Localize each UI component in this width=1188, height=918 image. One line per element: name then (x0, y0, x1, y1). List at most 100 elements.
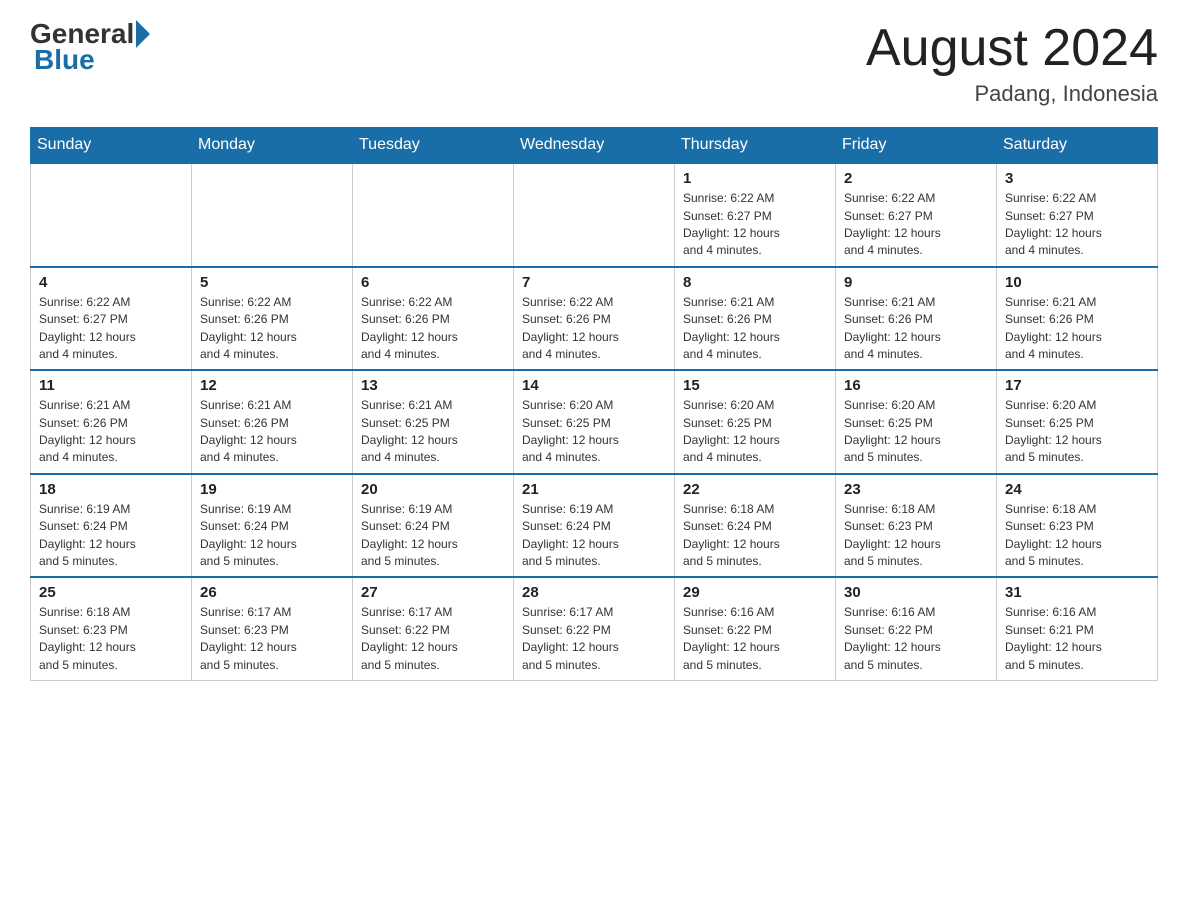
day-number: 4 (39, 274, 183, 291)
day-number: 14 (522, 377, 666, 394)
calendar-cell: 1 Sunrise: 6:22 AM Sunset: 6:27 PM Daylig… (675, 163, 836, 267)
calendar-cell: 31 Sunrise: 6:16 AM Sunset: 6:21 PM Dayli… (997, 577, 1158, 680)
day-info: Sunrise: 6:21 AM Sunset: 6:26 PM Dayligh… (1005, 294, 1149, 364)
day-number: 28 (522, 584, 666, 601)
calendar-cell: 27 Sunrise: 6:17 AM Sunset: 6:22 PM Dayli… (353, 577, 514, 680)
day-info: Sunrise: 6:20 AM Sunset: 6:25 PM Dayligh… (1005, 397, 1149, 467)
day-number: 10 (1005, 274, 1149, 291)
day-info: Sunrise: 6:19 AM Sunset: 6:24 PM Dayligh… (39, 501, 183, 571)
day-number: 12 (200, 377, 344, 394)
day-number: 22 (683, 481, 827, 498)
calendar-cell: 9 Sunrise: 6:21 AM Sunset: 6:26 PM Daylig… (836, 267, 997, 371)
day-number: 16 (844, 377, 988, 394)
calendar-cell: 22Sunrise: 6:18 AM Sunset: 6:24 PM Dayli… (675, 474, 836, 578)
calendar-subtitle: Padang, Indonesia (866, 81, 1158, 107)
day-info: Sunrise: 6:21 AM Sunset: 6:26 PM Dayligh… (39, 397, 183, 467)
calendar-cell (514, 163, 675, 267)
calendar-cell: 16 Sunrise: 6:20 AM Sunset: 6:25 PM Dayli… (836, 370, 997, 474)
week-row-3: 11 Sunrise: 6:21 AM Sunset: 6:26 PM Dayli… (31, 370, 1158, 474)
day-number: 25 (39, 584, 183, 601)
calendar-cell (353, 163, 514, 267)
day-info: Sunrise: 6:19 AM Sunset: 6:24 PM Dayligh… (522, 501, 666, 571)
day-info: Sunrise: 6:22 AM Sunset: 6:27 PM Dayligh… (844, 190, 988, 260)
weekday-header-friday: Friday (836, 128, 997, 164)
calendar-cell: 7 Sunrise: 6:22 AM Sunset: 6:26 PM Daylig… (514, 267, 675, 371)
day-info: Sunrise: 6:21 AM Sunset: 6:26 PM Dayligh… (683, 294, 827, 364)
day-info: Sunrise: 6:16 AM Sunset: 6:22 PM Dayligh… (683, 604, 827, 674)
week-row-1: 1 Sunrise: 6:22 AM Sunset: 6:27 PM Daylig… (31, 163, 1158, 267)
day-info: Sunrise: 6:22 AM Sunset: 6:26 PM Dayligh… (361, 294, 505, 364)
calendar-cell: 28 Sunrise: 6:17 AM Sunset: 6:22 PM Dayli… (514, 577, 675, 680)
calendar-cell: 12Sunrise: 6:21 AM Sunset: 6:26 PM Dayli… (192, 370, 353, 474)
calendar-cell: 29 Sunrise: 6:16 AM Sunset: 6:22 PM Dayli… (675, 577, 836, 680)
calendar-cell: 2 Sunrise: 6:22 AM Sunset: 6:27 PM Daylig… (836, 163, 997, 267)
weekday-header-monday: Monday (192, 128, 353, 164)
week-row-2: 4 Sunrise: 6:22 AM Sunset: 6:27 PM Daylig… (31, 267, 1158, 371)
day-info: Sunrise: 6:19 AM Sunset: 6:24 PM Dayligh… (200, 501, 344, 571)
calendar-cell: 11 Sunrise: 6:21 AM Sunset: 6:26 PM Dayli… (31, 370, 192, 474)
week-row-4: 18 Sunrise: 6:19 AM Sunset: 6:24 PM Dayli… (31, 474, 1158, 578)
calendar-cell: 25 Sunrise: 6:18 AM Sunset: 6:23 PM Dayli… (31, 577, 192, 680)
day-number: 11 (39, 377, 183, 394)
page-header: General Blue August 2024 Padang, Indones… (30, 20, 1158, 107)
calendar-cell (31, 163, 192, 267)
day-info: Sunrise: 6:22 AM Sunset: 6:27 PM Dayligh… (1005, 190, 1149, 260)
day-number: 15 (683, 377, 827, 394)
day-number: 23 (844, 481, 988, 498)
day-number: 3 (1005, 170, 1149, 187)
day-number: 31 (1005, 584, 1149, 601)
day-number: 19 (200, 481, 344, 498)
day-info: Sunrise: 6:20 AM Sunset: 6:25 PM Dayligh… (844, 397, 988, 467)
calendar-cell: 26Sunrise: 6:17 AM Sunset: 6:23 PM Dayli… (192, 577, 353, 680)
day-info: Sunrise: 6:22 AM Sunset: 6:26 PM Dayligh… (522, 294, 666, 364)
calendar-cell: 10 Sunrise: 6:21 AM Sunset: 6:26 PM Dayli… (997, 267, 1158, 371)
title-block: August 2024 Padang, Indonesia (866, 20, 1158, 107)
day-number: 24 (1005, 481, 1149, 498)
calendar-cell: 23 Sunrise: 6:18 AM Sunset: 6:23 PM Dayli… (836, 474, 997, 578)
day-number: 9 (844, 274, 988, 291)
day-info: Sunrise: 6:21 AM Sunset: 6:26 PM Dayligh… (844, 294, 988, 364)
logo-triangle-icon (136, 20, 150, 48)
day-info: Sunrise: 6:16 AM Sunset: 6:21 PM Dayligh… (1005, 604, 1149, 674)
day-number: 1 (683, 170, 827, 187)
day-number: 13 (361, 377, 505, 394)
calendar-cell: 15 Sunrise: 6:20 AM Sunset: 6:25 PM Dayli… (675, 370, 836, 474)
weekday-header-sunday: Sunday (31, 128, 192, 164)
day-number: 30 (844, 584, 988, 601)
calendar-cell: 6Sunrise: 6:22 AM Sunset: 6:26 PM Daylig… (353, 267, 514, 371)
day-info: Sunrise: 6:22 AM Sunset: 6:27 PM Dayligh… (683, 190, 827, 260)
day-number: 18 (39, 481, 183, 498)
day-number: 21 (522, 481, 666, 498)
day-number: 20 (361, 481, 505, 498)
calendar-cell: 24 Sunrise: 6:18 AM Sunset: 6:23 PM Dayli… (997, 474, 1158, 578)
week-row-5: 25 Sunrise: 6:18 AM Sunset: 6:23 PM Dayli… (31, 577, 1158, 680)
day-info: Sunrise: 6:22 AM Sunset: 6:27 PM Dayligh… (39, 294, 183, 364)
calendar-table: SundayMondayTuesdayWednesdayThursdayFrid… (30, 127, 1158, 681)
day-info: Sunrise: 6:16 AM Sunset: 6:22 PM Dayligh… (844, 604, 988, 674)
calendar-cell: 4 Sunrise: 6:22 AM Sunset: 6:27 PM Daylig… (31, 267, 192, 371)
logo: General Blue (30, 20, 150, 76)
day-number: 7 (522, 274, 666, 291)
day-number: 29 (683, 584, 827, 601)
day-info: Sunrise: 6:17 AM Sunset: 6:22 PM Dayligh… (522, 604, 666, 674)
day-info: Sunrise: 6:18 AM Sunset: 6:23 PM Dayligh… (1005, 501, 1149, 571)
calendar-cell: 19 Sunrise: 6:19 AM Sunset: 6:24 PM Dayli… (192, 474, 353, 578)
day-info: Sunrise: 6:20 AM Sunset: 6:25 PM Dayligh… (683, 397, 827, 467)
day-number: 2 (844, 170, 988, 187)
day-number: 17 (1005, 377, 1149, 394)
calendar-cell: 17 Sunrise: 6:20 AM Sunset: 6:25 PM Dayli… (997, 370, 1158, 474)
day-info: Sunrise: 6:18 AM Sunset: 6:23 PM Dayligh… (39, 604, 183, 674)
day-info: Sunrise: 6:21 AM Sunset: 6:25 PM Dayligh… (361, 397, 505, 467)
day-info: Sunrise: 6:19 AM Sunset: 6:24 PM Dayligh… (361, 501, 505, 571)
weekday-header-tuesday: Tuesday (353, 128, 514, 164)
calendar-cell: 5Sunrise: 6:22 AM Sunset: 6:26 PM Daylig… (192, 267, 353, 371)
calendar-cell: 13 Sunrise: 6:21 AM Sunset: 6:25 PM Dayli… (353, 370, 514, 474)
weekday-header-saturday: Saturday (997, 128, 1158, 164)
day-number: 27 (361, 584, 505, 601)
day-info: Sunrise: 6:17 AM Sunset: 6:22 PM Dayligh… (361, 604, 505, 674)
calendar-cell: 20 Sunrise: 6:19 AM Sunset: 6:24 PM Dayli… (353, 474, 514, 578)
day-number: 5 (200, 274, 344, 291)
day-info: Sunrise: 6:18 AM Sunset: 6:23 PM Dayligh… (844, 501, 988, 571)
weekday-header-row: SundayMondayTuesdayWednesdayThursdayFrid… (31, 128, 1158, 164)
calendar-cell: 18 Sunrise: 6:19 AM Sunset: 6:24 PM Dayli… (31, 474, 192, 578)
